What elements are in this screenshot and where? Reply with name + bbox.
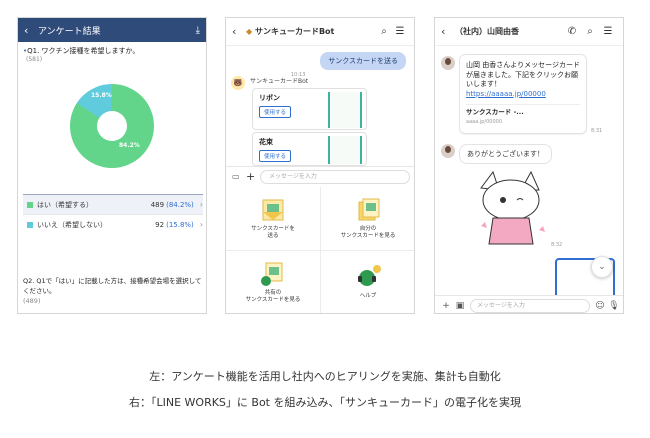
chat-header: ‹ （社内）山岡由香 ✆ ⌕ ☰ xyxy=(435,18,623,46)
back-icon[interactable]: ‹ xyxy=(441,25,455,38)
bot-name: サンキューカードBot xyxy=(250,78,309,85)
option-no-count: 92 xyxy=(155,220,165,229)
chat-title: （社内）山岡由香 xyxy=(455,27,519,36)
back-icon[interactable]: ‹ xyxy=(232,25,246,38)
menu-send-card-label: サンクスカードを 送る xyxy=(251,225,295,239)
menu-shared-cards-label: 共有の サンクスカードを見る xyxy=(245,289,301,303)
emoji-icon[interactable]: ☺ xyxy=(593,301,607,311)
search-icon[interactable]: ⌕ xyxy=(581,26,599,37)
pie-label-no: 15.8% xyxy=(91,92,112,99)
question-1-count: (581) xyxy=(26,56,43,63)
scroll-down-button[interactable]: ⌄ xyxy=(591,256,613,278)
menu-my-cards[interactable]: 自分の サンクスカードを見る xyxy=(321,187,414,251)
message-time: 8:32 xyxy=(551,242,563,248)
card-bouquet-use-button[interactable]: 使用する xyxy=(259,150,292,162)
search-icon[interactable]: ⌕ xyxy=(376,26,392,37)
option-yes[interactable]: はい（希望する） 489 (84.2%) › xyxy=(23,194,203,214)
cat-sticker xyxy=(473,166,549,246)
link-preview[interactable]: サンクスカード -... aaaa.jp/00000 xyxy=(466,104,580,127)
card-ribbon[interactable]: リボン 使用する xyxy=(252,88,367,130)
bot-title: ◆ サンキューカードBot xyxy=(246,26,376,37)
incoming-message-text: 山岡 由香さんよりメッセージカードが届きました。下記をクリックお願いします！ xyxy=(466,61,580,88)
legend-swatch-no xyxy=(27,221,33,228)
option-no-pct: (15.8%) xyxy=(166,220,194,229)
mic-icon[interactable]: 🎙 xyxy=(607,301,621,311)
message-input-bar: + ▣ メッセージを入力 ☺ 🎙 xyxy=(435,295,623,313)
caption-right: 右：「LINE WORKS」に Bot を組み込み、「サンキューカード」の電子化… xyxy=(128,396,521,409)
menu-send-card[interactable]: サンクスカードを 送る xyxy=(226,187,321,251)
option-yes-pct: (84.2%) xyxy=(166,200,194,209)
link-preview-title: サンクスカード -... xyxy=(466,108,524,116)
card-bouquet-thumbnail xyxy=(328,136,362,164)
message-input[interactable]: メッセージを入力 xyxy=(260,169,410,184)
question-2-text: Q2. Q1で「はい」に記載した方は、接種希望会場を選択してください。 xyxy=(23,277,202,295)
caption-left: 左：アンケート機能を活用し社内へのヒアリングを実施、集計も自動化 xyxy=(149,370,501,383)
keyboard-icon[interactable]: ▭ xyxy=(232,172,246,181)
option-yes-count: 489 xyxy=(150,200,165,209)
download-icon[interactable]: ⤓ xyxy=(196,25,200,36)
shared-cards-icon xyxy=(260,262,286,286)
message-link[interactable]: https://aaaaa.jp/00000 xyxy=(466,90,580,100)
card-bouquet[interactable]: 花束 使用する xyxy=(252,132,367,166)
incoming-message: 山岡 由香さんよりメッセージカードが届きました。下記をクリックお願いします！ h… xyxy=(459,54,587,134)
thanks-message: ありがとうございます！ xyxy=(459,144,552,164)
outgoing-message: サンクスカードを送る xyxy=(320,52,406,70)
menu-help-label: ヘルプ xyxy=(359,293,377,299)
card-ribbon-name: リボン xyxy=(259,94,280,102)
menu-shared-cards[interactable]: 共有の サンクスカードを見る xyxy=(226,251,321,313)
option-no-label: いいえ（希望しない） xyxy=(37,220,107,229)
bot-small-icon: ◆ xyxy=(246,27,253,36)
bot-header: ‹ ◆ サンキューカードBot ⌕ ☰ xyxy=(226,18,414,46)
card-bouquet-name: 花束 xyxy=(259,138,273,146)
help-icon xyxy=(355,265,381,289)
menu-icon[interactable]: ☰ xyxy=(599,26,617,37)
question-1: •Q1. ワクチン接種を希望しますか。 xyxy=(18,42,206,56)
chevron-right-icon: › xyxy=(199,200,203,209)
question-2: Q2. Q1で「はい」に記載した方は、接種希望会場を選択してください。 (489… xyxy=(23,276,203,306)
chat-screen: ‹ （社内）山岡由香 ✆ ⌕ ☰ 山岡 由香さんよりメッセージカードが届きました… xyxy=(434,17,624,314)
contact-avatar[interactable] xyxy=(441,144,455,158)
message-time: 8:31 xyxy=(591,128,603,134)
bot-screen: ‹ ◆ サンキューカードBot ⌕ ☰ サンクスカードを送る 10:13 🐻 サ… xyxy=(225,17,415,314)
message-input-bar: ▭ + メッセージを入力 xyxy=(226,166,414,186)
legend-swatch-yes xyxy=(27,201,33,208)
plus-icon[interactable]: + xyxy=(439,301,453,311)
my-cards-icon xyxy=(355,198,381,222)
option-yes-label: はい（希望する） xyxy=(37,200,93,209)
plus-icon[interactable]: + xyxy=(246,170,260,183)
card-ribbon-thumbnail xyxy=(328,92,362,128)
bot-menu: サンクスカードを 送る 自分の サンクスカードを見る 共有の サンクスカードを見… xyxy=(226,187,414,313)
send-card-icon xyxy=(260,198,286,222)
question-2-count: (489) xyxy=(23,297,41,305)
card-ribbon-use-button[interactable]: 使用する xyxy=(259,106,292,118)
bot-avatar-icon: 🐻 xyxy=(231,76,245,90)
message-input[interactable]: メッセージを入力 xyxy=(470,298,590,313)
survey-title: アンケート結果 xyxy=(38,26,101,37)
donut-hole xyxy=(97,111,127,141)
phone-icon[interactable]: ✆ xyxy=(563,26,581,37)
menu-my-cards-label: 自分の サンクスカードを見る xyxy=(340,225,396,239)
option-no[interactable]: いいえ（希望しない） 92 (15.8%) › xyxy=(23,214,203,234)
donut-chart: 84.2% 15.8% xyxy=(70,84,154,168)
pie-label-yes: 84.2% xyxy=(119,142,140,149)
survey-screen: ‹ アンケート結果 ⤓ •Q1. ワクチン接種を希望しますか。 (581) 84… xyxy=(17,17,207,314)
bot-title-text: サンキューカードBot xyxy=(254,27,335,36)
image-icon[interactable]: ▣ xyxy=(453,301,467,311)
menu-icon[interactable]: ☰ xyxy=(392,26,408,37)
link-preview-url: aaaa.jp/00000 xyxy=(466,118,502,125)
chevron-right-icon: › xyxy=(199,220,203,229)
menu-help[interactable]: ヘルプ xyxy=(321,251,414,313)
contact-avatar[interactable] xyxy=(441,56,455,70)
option-list: はい（希望する） 489 (84.2%) › いいえ（希望しない） 92 (15… xyxy=(23,194,203,234)
back-icon[interactable]: ‹ xyxy=(24,24,38,37)
question-1-text: Q1. ワクチン接種を希望しますか。 xyxy=(27,47,140,55)
survey-header: ‹ アンケート結果 ⤓ xyxy=(18,18,206,42)
